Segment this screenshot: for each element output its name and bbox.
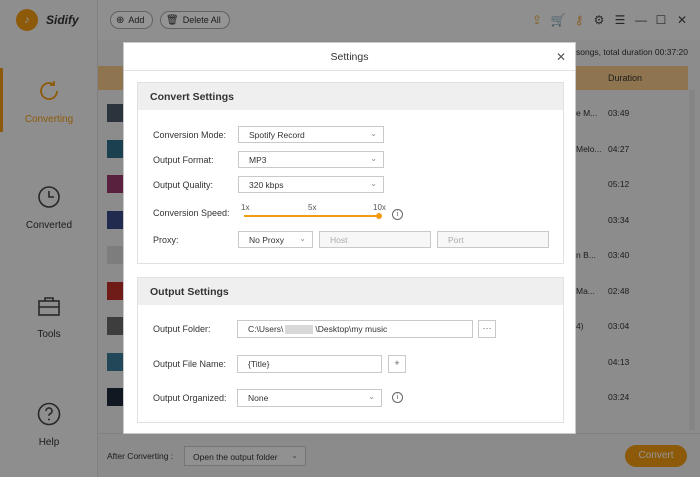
- proxy-label: Proxy:: [153, 235, 179, 245]
- proxy-port-input[interactable]: Port: [437, 231, 549, 248]
- dialog-header: Settings ✕: [124, 43, 575, 71]
- conversion-speed-label: Conversion Speed:: [153, 208, 230, 218]
- output-folder-input[interactable]: C:\Users\ \Desktop\my music: [237, 320, 473, 338]
- output-folder-label: Output Folder:: [153, 324, 211, 334]
- dialog-title: Settings: [330, 51, 369, 63]
- chevron-down-icon: ⌄: [368, 392, 375, 401]
- browse-folder-button[interactable]: ···: [478, 320, 496, 338]
- output-file-name-label: Output File Name:: [153, 359, 227, 369]
- redacted-username: [285, 325, 314, 335]
- section-title: Output Settings: [138, 278, 563, 305]
- add-tag-button[interactable]: +: [388, 355, 406, 373]
- output-format-label: Output Format:: [153, 155, 214, 165]
- output-organized-select[interactable]: None ⌄: [237, 389, 382, 407]
- chevron-down-icon: ⌄: [370, 179, 377, 188]
- output-organized-value: None: [248, 393, 269, 403]
- chevron-down-icon: ⌄: [370, 129, 377, 138]
- speed-tick-10x: 10x: [373, 203, 386, 212]
- proxy-value: No Proxy: [249, 235, 284, 245]
- conversion-mode-label: Conversion Mode:: [153, 130, 227, 140]
- conversion-mode-value: Spotify Record: [249, 130, 305, 140]
- info-icon[interactable]: i: [392, 209, 403, 220]
- convert-settings-section: Convert Settings Conversion Mode: Spotif…: [137, 82, 564, 264]
- speed-tick-5x: 5x: [308, 203, 317, 212]
- output-settings-section: Output Settings Output Folder: C:\Users\…: [137, 277, 564, 423]
- slider-handle[interactable]: [376, 213, 382, 219]
- conversion-speed-slider[interactable]: [244, 215, 381, 217]
- output-quality-select[interactable]: 320 kbps ⌄: [238, 176, 384, 193]
- output-format-select[interactable]: MP3 ⌄: [238, 151, 384, 168]
- file-name-value: {Title}: [248, 359, 270, 369]
- folder-path-suffix: \Desktop\my music: [315, 324, 388, 334]
- chevron-down-icon: ⌄: [299, 234, 306, 243]
- close-icon[interactable]: ✕: [556, 50, 566, 64]
- section-title: Convert Settings: [138, 83, 563, 110]
- output-quality-label: Output Quality:: [153, 180, 214, 190]
- output-organized-label: Output Organized:: [153, 393, 227, 403]
- host-placeholder: Host: [330, 235, 348, 245]
- info-icon[interactable]: i: [392, 392, 403, 403]
- output-quality-value: 320 kbps: [249, 180, 284, 190]
- settings-dialog: Settings ✕ Convert Settings Conversion M…: [123, 42, 576, 434]
- conversion-mode-select[interactable]: Spotify Record ⌄: [238, 126, 384, 143]
- port-placeholder: Port: [448, 235, 464, 245]
- output-file-name-input[interactable]: {Title}: [237, 355, 382, 373]
- folder-path-prefix: C:\Users\: [248, 324, 284, 334]
- speed-tick-1x: 1x: [241, 203, 250, 212]
- proxy-select[interactable]: No Proxy ⌄: [238, 231, 313, 248]
- chevron-down-icon: ⌄: [370, 154, 377, 163]
- output-format-value: MP3: [249, 155, 267, 165]
- proxy-host-input[interactable]: Host: [319, 231, 431, 248]
